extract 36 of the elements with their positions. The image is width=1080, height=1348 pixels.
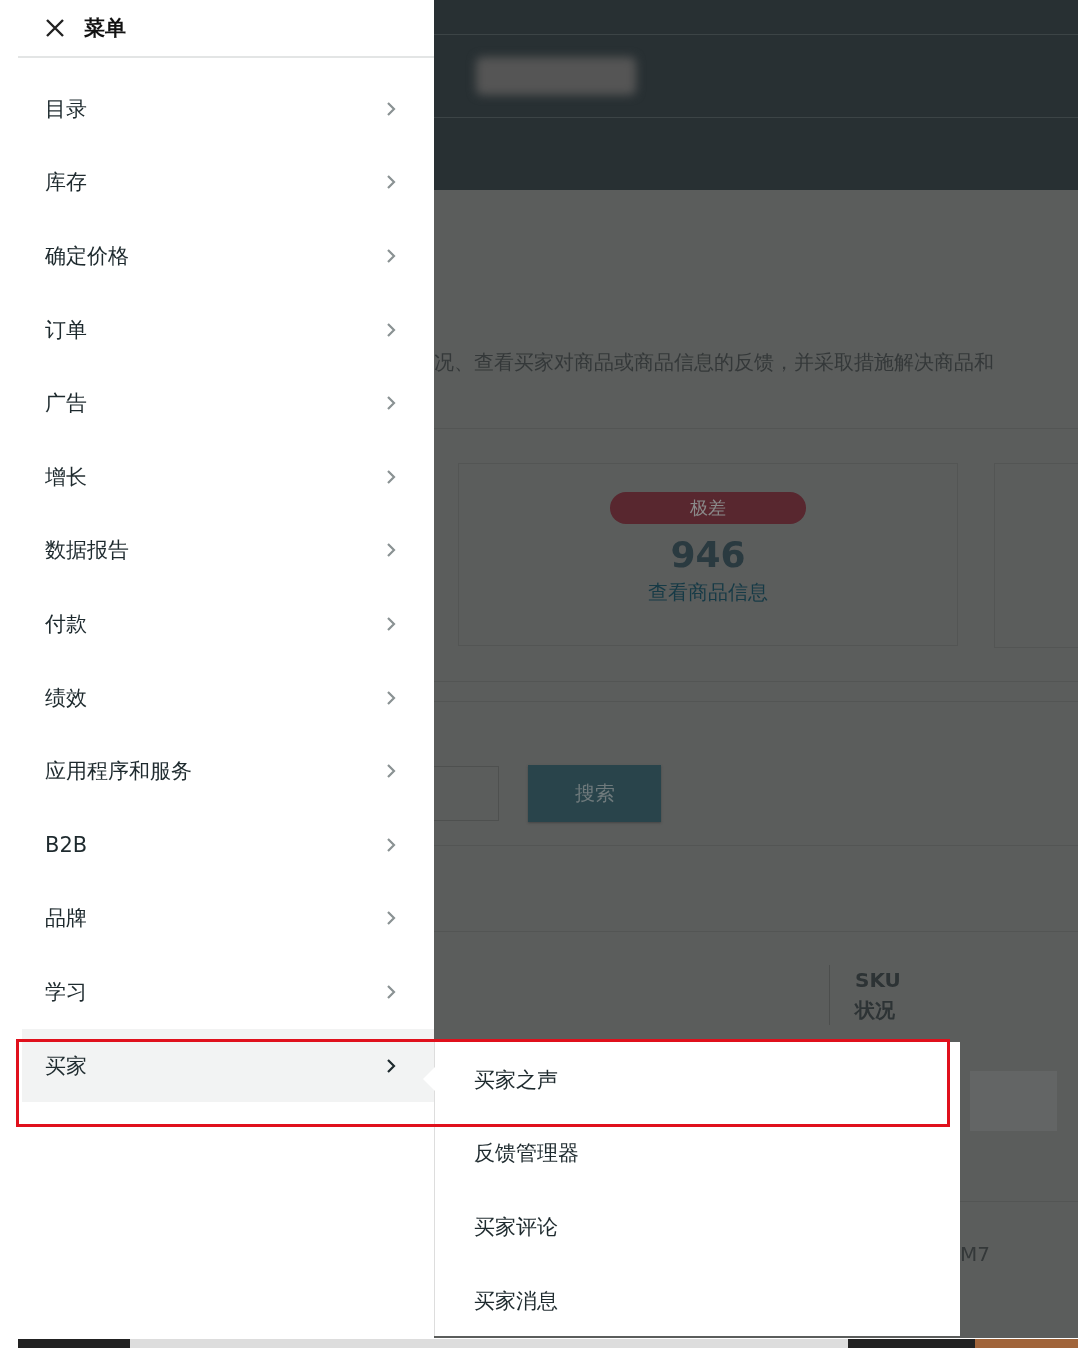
chevron-icon (386, 910, 396, 927)
menu-item[interactable]: 数据报告 (0, 513, 434, 588)
menu-item[interactable]: 库存 (0, 145, 434, 220)
chevron-icon (386, 321, 396, 338)
menu-item[interactable]: 付款 (0, 587, 434, 661)
chevron-icon (386, 248, 396, 264)
menu-item[interactable]: 学习 (0, 955, 434, 1029)
submenu-item[interactable]: 买家之声 (435, 1043, 960, 1117)
chevron-icon (386, 468, 396, 485)
menu-item[interactable]: 增长 (0, 439, 434, 514)
submenu-item[interactable]: 反馈管理器 (435, 1116, 960, 1191)
chevron-icon (386, 615, 396, 632)
menu-item[interactable]: 目录 (0, 72, 434, 146)
menu-item[interactable]: 确定价格 (0, 219, 434, 293)
chevron-icon (386, 395, 396, 412)
menu-item[interactable]: 品牌 (0, 881, 434, 956)
chevron-icon (386, 100, 396, 117)
submenu-item[interactable]: 买家评论 (435, 1190, 960, 1264)
menu-item[interactable]: B2B (0, 807, 434, 882)
chevron-icon (386, 689, 396, 706)
menu-item[interactable]: 应用程序和服务 (0, 734, 434, 808)
chevron-icon (386, 983, 396, 1000)
chevron-icon (386, 836, 396, 853)
close-icon[interactable] (44, 17, 66, 39)
submenu-item[interactable]: 买家消息 (435, 1263, 960, 1338)
menu-item[interactable]: 订单 (0, 292, 434, 367)
chevron-icon (386, 174, 396, 191)
chevron-icon (386, 763, 396, 780)
menu-item[interactable]: 广告 (0, 366, 434, 440)
chevron-icon (386, 1057, 396, 1074)
chevron-icon (386, 542, 396, 559)
rating-badge: 极差 (610, 492, 806, 524)
menu-title: 菜单 (84, 15, 126, 42)
menu-item[interactable]: 买家 (22, 1028, 434, 1103)
menu-item[interactable]: 绩效 (0, 660, 434, 735)
search-field[interactable] (434, 765, 499, 821)
